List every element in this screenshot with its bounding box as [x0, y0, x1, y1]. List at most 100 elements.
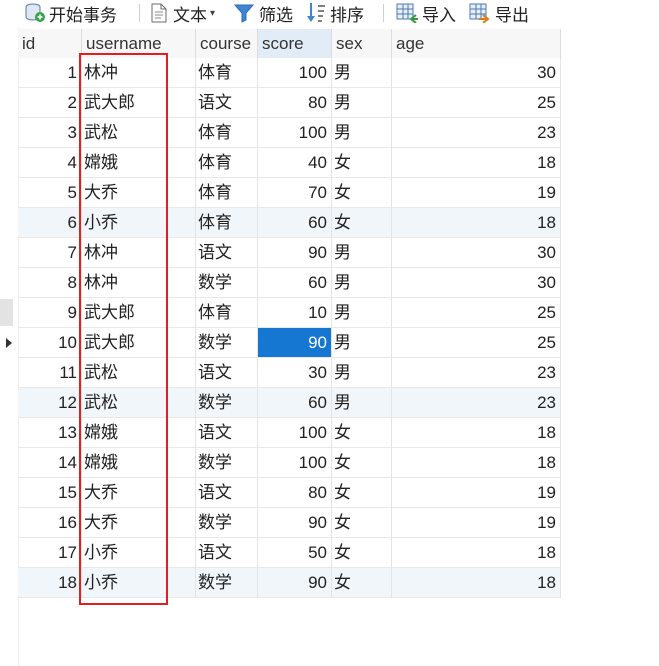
cell-id[interactable]: 1	[18, 58, 82, 88]
cell-score[interactable]: 90	[258, 568, 332, 598]
cell-sex[interactable]: 女	[332, 568, 392, 598]
cell-score[interactable]: 60	[258, 268, 332, 298]
cell-age[interactable]: 19	[392, 508, 561, 538]
cell-score[interactable]: 80	[258, 88, 332, 118]
cell-course[interactable]: 体育	[196, 298, 258, 328]
cell-id[interactable]: 5	[18, 178, 82, 208]
cell-sex[interactable]: 女	[332, 148, 392, 178]
cell-age[interactable]: 18	[392, 538, 561, 568]
cell-sex[interactable]: 男	[332, 268, 392, 298]
cell-age[interactable]: 23	[392, 388, 561, 418]
cell-age[interactable]: 25	[392, 88, 561, 118]
cell-score[interactable]: 50	[258, 538, 332, 568]
cell-sex[interactable]: 男	[332, 118, 392, 148]
cell-course[interactable]: 语文	[196, 478, 258, 508]
column-header-age[interactable]: age	[392, 29, 561, 58]
cell-id[interactable]: 8	[18, 268, 82, 298]
cell-course[interactable]: 体育	[196, 118, 258, 148]
cell-id[interactable]: 6	[18, 208, 82, 238]
cell-score[interactable]: 100	[258, 58, 332, 88]
cell-course[interactable]: 体育	[196, 178, 258, 208]
cell-course[interactable]: 数学	[196, 508, 258, 538]
cell-course[interactable]: 体育	[196, 208, 258, 238]
column-header-id[interactable]: id	[18, 29, 82, 58]
cell-id[interactable]: 18	[18, 568, 82, 598]
cell-id[interactable]: 13	[18, 418, 82, 448]
cell-course[interactable]: 体育	[196, 148, 258, 178]
column-header-sex[interactable]: sex	[332, 29, 392, 58]
column-header-score[interactable]: score	[258, 29, 332, 58]
cell-age[interactable]: 19	[392, 178, 561, 208]
cell-score[interactable]: 100	[258, 418, 332, 448]
cell-age[interactable]: 19	[392, 478, 561, 508]
cell-score[interactable]: 90	[258, 328, 332, 358]
cell-score[interactable]: 80	[258, 478, 332, 508]
cell-age[interactable]: 25	[392, 298, 561, 328]
import-button[interactable]: 导入	[396, 2, 456, 25]
cell-id[interactable]: 14	[18, 448, 82, 478]
cell-id[interactable]: 11	[18, 358, 82, 388]
cell-score[interactable]: 30	[258, 358, 332, 388]
cell-sex[interactable]: 女	[332, 508, 392, 538]
cell-sex[interactable]: 女	[332, 418, 392, 448]
cell-sex[interactable]: 女	[332, 448, 392, 478]
cell-course[interactable]: 语文	[196, 238, 258, 268]
cell-course[interactable]: 数学	[196, 388, 258, 418]
cell-course[interactable]: 语文	[196, 418, 258, 448]
cell-id[interactable]: 16	[18, 508, 82, 538]
cell-id[interactable]: 12	[18, 388, 82, 418]
cell-course[interactable]: 语文	[196, 538, 258, 568]
cell-age[interactable]: 18	[392, 568, 561, 598]
cell-course[interactable]: 数学	[196, 568, 258, 598]
cell-sex[interactable]: 女	[332, 178, 392, 208]
cell-sex[interactable]: 男	[332, 328, 392, 358]
cell-id[interactable]: 7	[18, 238, 82, 268]
cell-course[interactable]: 语文	[196, 88, 258, 118]
cell-score[interactable]: 100	[258, 448, 332, 478]
cell-id[interactable]: 10	[18, 328, 82, 358]
cell-id[interactable]: 17	[18, 538, 82, 568]
filter-button[interactable]: 筛选	[234, 2, 293, 25]
cell-age[interactable]: 18	[392, 418, 561, 448]
sort-button[interactable]: 排序	[306, 2, 364, 25]
cell-age[interactable]: 23	[392, 358, 561, 388]
cell-sex[interactable]: 男	[332, 88, 392, 118]
cell-score[interactable]: 60	[258, 208, 332, 238]
cell-sex[interactable]: 女	[332, 538, 392, 568]
cell-score[interactable]: 60	[258, 388, 332, 418]
cell-age[interactable]: 18	[392, 148, 561, 178]
cell-sex[interactable]: 女	[332, 208, 392, 238]
cell-score[interactable]: 70	[258, 178, 332, 208]
cell-score[interactable]: 90	[258, 238, 332, 268]
cell-sex[interactable]: 男	[332, 298, 392, 328]
cell-sex[interactable]: 男	[332, 238, 392, 268]
text-view-button[interactable]: 文本 ▾	[150, 2, 215, 25]
cell-course[interactable]: 语文	[196, 358, 258, 388]
cell-sex[interactable]: 男	[332, 58, 392, 88]
cell-age[interactable]: 23	[392, 118, 561, 148]
cell-age[interactable]: 25	[392, 328, 561, 358]
cell-score[interactable]: 100	[258, 118, 332, 148]
cell-age[interactable]: 18	[392, 208, 561, 238]
cell-score[interactable]: 40	[258, 148, 332, 178]
cell-course[interactable]: 数学	[196, 448, 258, 478]
cell-id[interactable]: 3	[18, 118, 82, 148]
cell-age[interactable]: 30	[392, 268, 561, 298]
cell-age[interactable]: 30	[392, 238, 561, 268]
cell-age[interactable]: 18	[392, 448, 561, 478]
cell-course[interactable]: 体育	[196, 58, 258, 88]
cell-sex[interactable]: 男	[332, 358, 392, 388]
cell-age[interactable]: 30	[392, 58, 561, 88]
cell-score[interactable]: 90	[258, 508, 332, 538]
splitter-handle[interactable]	[0, 299, 13, 326]
cell-id[interactable]: 4	[18, 148, 82, 178]
cell-id[interactable]: 9	[18, 298, 82, 328]
cell-id[interactable]: 15	[18, 478, 82, 508]
cell-sex[interactable]: 男	[332, 388, 392, 418]
cell-id[interactable]: 2	[18, 88, 82, 118]
export-button[interactable]: 导出	[469, 2, 529, 25]
cell-sex[interactable]: 女	[332, 478, 392, 508]
cell-score[interactable]: 10	[258, 298, 332, 328]
column-header-course[interactable]: course	[196, 29, 258, 58]
cell-course[interactable]: 数学	[196, 328, 258, 358]
